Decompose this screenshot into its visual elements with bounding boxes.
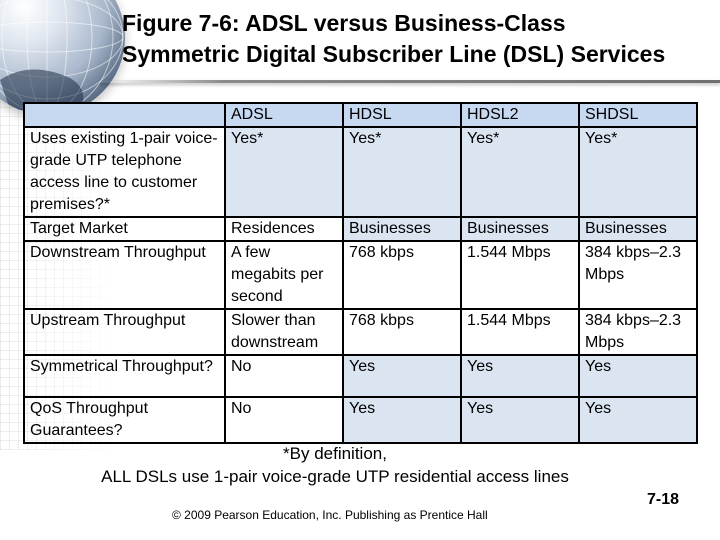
- table-header-row: ADSL HDSL HDSL2 SHDSL: [23, 102, 698, 128]
- cell-adsl: No: [224, 354, 344, 398]
- row-label: Symmetrical Throughput?: [23, 354, 226, 398]
- cell-shdsl: Yes: [578, 396, 698, 444]
- cell-hdsl: Businesses: [342, 216, 462, 242]
- header-cell-adsl: ADSL: [224, 102, 344, 128]
- cell-shdsl: 384 kbps–2.3 Mbps: [578, 308, 698, 356]
- cell-shdsl: Businesses: [578, 216, 698, 242]
- title-divider: [100, 80, 720, 83]
- table-row: Symmetrical Throughput? No Yes Yes Yes: [23, 354, 698, 398]
- copyright-notice: © 2009 Pearson Education, Inc. Publishin…: [172, 508, 488, 522]
- cell-adsl: Residences: [224, 216, 344, 242]
- cell-adsl: A few megabits per second: [224, 240, 344, 310]
- cell-hdsl: Yes: [342, 354, 462, 398]
- slide-title: Figure 7-6: ADSL versus Business-Class S…: [122, 8, 712, 70]
- header-cell-hdsl: HDSL: [342, 102, 462, 128]
- row-label: Target Market: [23, 216, 226, 242]
- cell-hdsl: Yes: [342, 396, 462, 444]
- cell-hdsl2: Businesses: [460, 216, 580, 242]
- footnote-line-1: *By definition,: [283, 444, 387, 463]
- cell-hdsl2: Yes: [460, 354, 580, 398]
- cell-hdsl2: 1.544 Mbps: [460, 240, 580, 310]
- table-row: Upstream Throughput Slower than downstre…: [23, 308, 698, 356]
- cell-hdsl2: Yes*: [460, 126, 580, 218]
- cell-hdsl: 768 kbps: [342, 308, 462, 356]
- row-label: Downstream Throughput: [23, 240, 226, 310]
- table-row: Target Market Residences Businesses Busi…: [23, 216, 698, 242]
- title-line-1: Figure 7-6: ADSL versus Business-Class: [122, 10, 566, 36]
- cell-hdsl2: 1.544 Mbps: [460, 308, 580, 356]
- table-row: Uses existing 1-pair voice-grade UTP tel…: [23, 126, 698, 218]
- cell-shdsl: 384 kbps–2.3 Mbps: [578, 240, 698, 310]
- cell-hdsl: Yes*: [342, 126, 462, 218]
- cell-adsl: Slower than downstream: [224, 308, 344, 356]
- table-row: QoS Throughput Guarantees? No Yes Yes Ye…: [23, 396, 698, 444]
- globe-icon: [0, 0, 125, 115]
- row-label: Upstream Throughput: [23, 308, 226, 356]
- footnote-line-2: ALL DSLs use 1-pair voice-grade UTP resi…: [101, 467, 569, 486]
- header-cell-hdsl2: HDSL2: [460, 102, 580, 128]
- row-label: Uses existing 1-pair voice-grade UTP tel…: [23, 126, 226, 218]
- title-line-2: Symmetric Digital Subscriber Line (DSL) …: [122, 41, 666, 67]
- table-row: Downstream Throughput A few megabits per…: [23, 240, 698, 310]
- cell-hdsl: 768 kbps: [342, 240, 462, 310]
- cell-shdsl: Yes*: [578, 126, 698, 218]
- cell-hdsl2: Yes: [460, 396, 580, 444]
- row-label: QoS Throughput Guarantees?: [23, 396, 226, 444]
- header-cell-shdsl: SHDSL: [578, 102, 698, 128]
- cell-adsl: Yes*: [224, 126, 344, 218]
- slide-number: 7-18: [647, 491, 680, 508]
- footnote: *By definition, ALL DSLs use 1-pair voic…: [0, 442, 670, 488]
- cell-adsl: No: [224, 396, 344, 444]
- dsl-comparison-table: ADSL HDSL HDSL2 SHDSL Uses existing 1-pa…: [23, 102, 698, 444]
- header-cell-empty: [23, 102, 226, 128]
- cell-shdsl: Yes: [578, 354, 698, 398]
